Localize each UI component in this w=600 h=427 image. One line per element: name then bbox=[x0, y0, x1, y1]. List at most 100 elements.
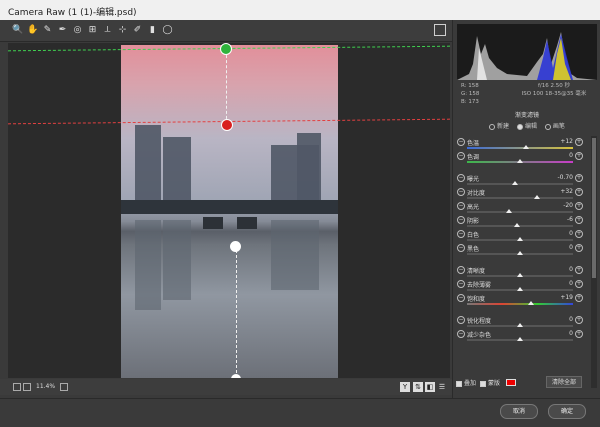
slider-track[interactable] bbox=[467, 237, 573, 241]
mode-edit[interactable]: 编辑 bbox=[516, 123, 537, 130]
color-sampler-icon[interactable]: ✒ bbox=[57, 25, 68, 36]
plus-icon[interactable]: + bbox=[575, 152, 583, 160]
panel-scrollbar[interactable] bbox=[591, 136, 597, 388]
slider-value[interactable]: 0 bbox=[543, 152, 573, 159]
cancel-button[interactable]: 取消 bbox=[500, 404, 538, 419]
mode-new[interactable]: 新建 bbox=[489, 123, 509, 130]
white-balance-icon[interactable]: ✎ bbox=[42, 25, 53, 36]
open-preferences-icon[interactable] bbox=[434, 24, 446, 36]
minus-icon[interactable]: − bbox=[457, 188, 465, 196]
minus-icon[interactable]: − bbox=[457, 152, 465, 160]
target-adjust-icon[interactable]: ◎ bbox=[72, 25, 83, 36]
overlay-checkbox[interactable]: 叠加 bbox=[456, 378, 476, 387]
slider-track[interactable] bbox=[467, 181, 573, 185]
slider-track[interactable] bbox=[467, 287, 573, 291]
plus-icon[interactable]: + bbox=[575, 280, 583, 288]
slider-thumb[interactable] bbox=[517, 237, 523, 241]
plus-icon[interactable]: + bbox=[575, 266, 583, 274]
view-y-button[interactable]: Y bbox=[400, 382, 410, 392]
slider-thumb[interactable] bbox=[517, 159, 523, 163]
slider-thumb[interactable] bbox=[511, 181, 518, 185]
mode-brush[interactable]: 画笔 bbox=[544, 123, 565, 130]
plus-icon[interactable]: + bbox=[575, 294, 583, 302]
minus-icon[interactable]: − bbox=[457, 266, 465, 274]
clear-all-button[interactable]: 清除全部 bbox=[546, 376, 582, 388]
minus-icon[interactable]: − bbox=[457, 316, 465, 324]
slider-value[interactable]: -20 bbox=[543, 202, 573, 209]
straighten-icon[interactable]: ⟂ bbox=[102, 25, 113, 36]
view-compare-button[interactable]: ⇅ bbox=[413, 382, 423, 392]
slider-value[interactable]: 0 bbox=[543, 316, 573, 323]
plus-icon[interactable]: + bbox=[575, 174, 583, 182]
slider-thumb[interactable] bbox=[523, 145, 530, 149]
plus-icon[interactable]: + bbox=[575, 330, 583, 338]
crop-icon[interactable]: ⊞ bbox=[87, 25, 98, 36]
hand-icon[interactable]: ✋ bbox=[27, 25, 38, 36]
photo-preview[interactable] bbox=[121, 45, 338, 378]
graduated-filter-icon[interactable]: ▮ bbox=[147, 25, 158, 36]
slider-track[interactable] bbox=[467, 323, 573, 327]
gradient-handle-pin[interactable] bbox=[230, 241, 241, 252]
plus-icon[interactable]: + bbox=[575, 138, 583, 146]
slider-value[interactable]: +32 bbox=[543, 188, 573, 195]
slider-value[interactable]: -0.70 bbox=[543, 174, 573, 181]
minus-icon[interactable]: − bbox=[457, 216, 465, 224]
slider-track[interactable] bbox=[467, 273, 573, 277]
slider-value[interactable]: 0 bbox=[543, 280, 573, 287]
minus-icon[interactable]: − bbox=[457, 280, 465, 288]
slider-value[interactable]: -6 bbox=[543, 216, 573, 223]
minus-icon[interactable]: − bbox=[457, 202, 465, 210]
slider-thumb[interactable] bbox=[506, 209, 513, 213]
gradient-end-pin[interactable] bbox=[221, 119, 233, 131]
slider-thumb[interactable] bbox=[517, 337, 523, 341]
slider-value[interactable]: 0 bbox=[543, 330, 573, 337]
slider-thumb[interactable] bbox=[513, 223, 520, 227]
slider-thumb[interactable] bbox=[517, 251, 523, 255]
plus-icon[interactable]: + bbox=[575, 216, 583, 224]
zoom-dropdown[interactable] bbox=[60, 383, 68, 391]
slider-track[interactable] bbox=[467, 145, 573, 149]
minus-icon[interactable]: − bbox=[457, 330, 465, 338]
slider-track[interactable] bbox=[467, 195, 573, 199]
slider-thumb[interactable] bbox=[527, 301, 534, 305]
spot-removal-icon[interactable]: ⊹ bbox=[117, 25, 128, 36]
minus-icon[interactable]: − bbox=[457, 244, 465, 252]
brush-icon[interactable]: ✐ bbox=[132, 25, 143, 36]
gradient-start-pin[interactable] bbox=[220, 43, 232, 55]
slider-track[interactable] bbox=[467, 301, 573, 305]
minus-icon[interactable]: − bbox=[457, 138, 465, 146]
view-settings-button[interactable]: ☰ bbox=[437, 382, 447, 392]
mask-checkbox[interactable]: 蒙版 bbox=[480, 378, 500, 387]
slider-value[interactable]: 0 bbox=[543, 266, 573, 273]
slider-track[interactable] bbox=[467, 251, 573, 255]
plus-icon[interactable]: + bbox=[575, 316, 583, 324]
minus-icon[interactable]: − bbox=[457, 230, 465, 238]
zoom-out-button[interactable] bbox=[13, 383, 21, 391]
gradient-bottom-pin[interactable] bbox=[231, 374, 241, 378]
slider-thumb[interactable] bbox=[517, 273, 523, 277]
radial-filter-icon[interactable]: ◯ bbox=[162, 25, 173, 36]
slider-thumb[interactable] bbox=[517, 323, 523, 327]
zoom-level[interactable]: 11.4% bbox=[36, 383, 55, 390]
slider-value[interactable]: 0 bbox=[543, 230, 573, 237]
image-canvas[interactable] bbox=[8, 43, 450, 378]
slider-track[interactable] bbox=[467, 209, 573, 213]
plus-icon[interactable]: + bbox=[575, 244, 583, 252]
ok-button[interactable]: 确定 bbox=[548, 404, 586, 419]
slider-track[interactable] bbox=[467, 337, 573, 341]
slider-value[interactable]: +19 bbox=[543, 294, 573, 301]
slider-thumb[interactable] bbox=[533, 195, 540, 199]
plus-icon[interactable]: + bbox=[575, 230, 583, 238]
slider-thumb[interactable] bbox=[517, 287, 523, 291]
zoom-in-button[interactable] bbox=[23, 383, 31, 391]
slider-track[interactable] bbox=[467, 223, 573, 227]
slider-value[interactable]: +12 bbox=[543, 138, 573, 145]
slider-track[interactable] bbox=[467, 159, 573, 163]
slider-value[interactable]: 0 bbox=[543, 244, 573, 251]
minus-icon[interactable]: − bbox=[457, 294, 465, 302]
mask-color-swatch[interactable] bbox=[506, 379, 516, 386]
view-toggle-button[interactable]: ◧ bbox=[425, 382, 435, 392]
plus-icon[interactable]: + bbox=[575, 202, 583, 210]
zoom-icon[interactable]: 🔍 bbox=[12, 25, 23, 36]
plus-icon[interactable]: + bbox=[575, 188, 583, 196]
